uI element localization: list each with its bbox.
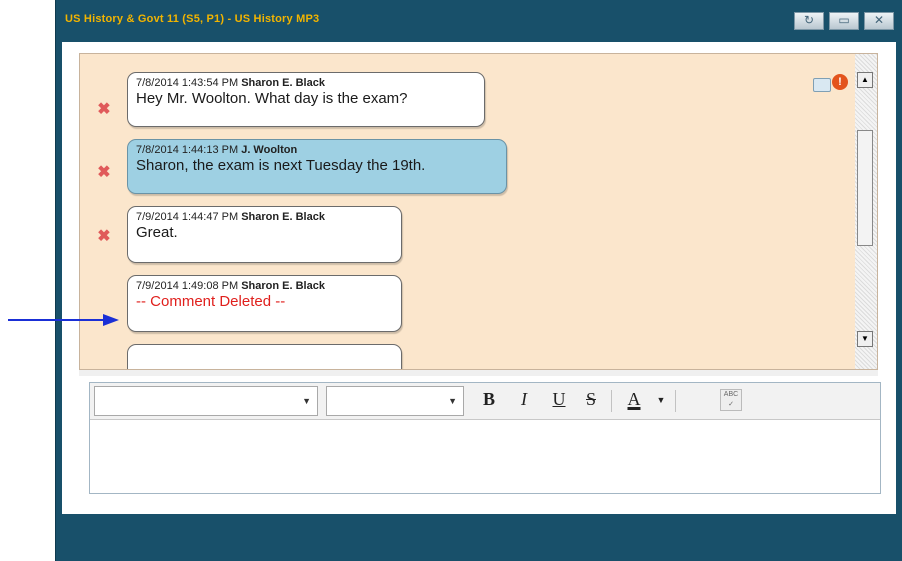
maximize-icon: ▭ xyxy=(838,13,850,27)
message-meta: 7/8/2014 1:44:13 PM J. Woolton xyxy=(136,144,498,156)
chat-message: 7/8/2014 1:43:54 PM Sharon E. Black Hey … xyxy=(127,72,485,127)
pointer-arrow xyxy=(8,314,119,326)
delete-comment-icon[interactable]: ✖ xyxy=(96,165,112,181)
title-bar: US History & Govt 11 (S5, P1) - US Histo… xyxy=(56,0,902,42)
chat-message-partial xyxy=(127,344,402,369)
comment-editor[interactable]: ▼ ▼ B I U S A ▼ ABC ✓ xyxy=(89,382,881,494)
message-author: Sharon E. Black xyxy=(241,280,325,292)
italic-button[interactable]: I xyxy=(513,389,535,410)
message-datetime: 7/8/2014 1:43:54 PM xyxy=(136,77,239,89)
font-size-select[interactable]: ▼ xyxy=(326,386,464,416)
message-text: Hey Mr. Woolton. What day is the exam? xyxy=(136,90,408,107)
scroll-up-button[interactable]: ▲ xyxy=(857,72,873,88)
message-meta: 7/9/2014 1:49:08 PM Sharon E. Black xyxy=(136,280,393,292)
message-text: Great. xyxy=(136,224,178,241)
message-meta: 7/9/2014 1:44:47 PM Sharon E. Black xyxy=(136,211,393,223)
alert-icon[interactable]: ! xyxy=(832,74,848,90)
chat-message-deleted: 7/9/2014 1:49:08 PM Sharon E. Black -- C… xyxy=(127,275,402,332)
chat-message: 7/8/2014 1:44:13 PM J. Woolton Sharon, t… xyxy=(127,139,507,194)
message-datetime: 7/8/2014 1:44:13 PM xyxy=(136,144,239,156)
refresh-icon: ↻ xyxy=(803,13,815,27)
chevron-down-icon[interactable]: ▼ xyxy=(650,395,672,405)
close-icon: ✕ xyxy=(873,13,885,27)
scroll-down-button[interactable]: ▼ xyxy=(857,331,873,347)
window-title: US History & Govt 11 (S5, P1) - US Histo… xyxy=(65,13,320,25)
message-datetime: 7/9/2014 1:49:08 PM xyxy=(136,280,239,292)
spellcheck-label: ABC xyxy=(723,391,739,398)
strikethrough-button[interactable]: S xyxy=(580,389,602,410)
font-family-select[interactable]: ▼ xyxy=(94,386,318,416)
toolbar-separator xyxy=(675,390,676,412)
message-author: Sharon E. Black xyxy=(241,77,325,89)
message-datetime: 7/9/2014 1:44:47 PM xyxy=(136,211,239,223)
chat-history: ✖ 7/8/2014 1:43:54 PM Sharon E. Black He… xyxy=(79,53,878,370)
refresh-button[interactable]: ↻ xyxy=(794,12,824,30)
discussion-window: US History & Govt 11 (S5, P1) - US Histo… xyxy=(55,0,902,561)
message-author: Sharon E. Black xyxy=(241,211,325,223)
deleted-comment-text: -- Comment Deleted -- xyxy=(136,293,286,310)
chat-message: 7/9/2014 1:44:47 PM Sharon E. Black Grea… xyxy=(127,206,402,263)
spellcheck-icon[interactable]: ABC ✓ xyxy=(720,389,742,411)
folder-icon[interactable] xyxy=(813,78,831,92)
pane-splitter[interactable] xyxy=(79,370,878,376)
font-color-button[interactable]: A xyxy=(623,389,645,410)
scroll-thumb[interactable] xyxy=(857,130,873,246)
chevron-down-icon: ▼ xyxy=(448,396,457,406)
message-author: J. Woolton xyxy=(241,144,298,156)
delete-comment-icon[interactable]: ✖ xyxy=(96,102,112,118)
underline-button[interactable]: U xyxy=(548,389,570,410)
message-meta: 7/8/2014 1:43:54 PM Sharon E. Black xyxy=(136,77,476,89)
close-button[interactable]: ✕ xyxy=(864,12,894,30)
message-text: Sharon, the exam is next Tuesday the 19t… xyxy=(136,157,426,174)
toolbar-separator xyxy=(611,390,612,412)
delete-comment-icon[interactable]: ✖ xyxy=(96,229,112,245)
window-content: ✖ 7/8/2014 1:43:54 PM Sharon E. Black He… xyxy=(62,42,896,514)
chevron-down-icon: ▼ xyxy=(302,396,311,406)
editor-toolbar: ▼ ▼ B I U S A ▼ ABC ✓ xyxy=(90,383,880,420)
maximize-button[interactable]: ▭ xyxy=(829,12,859,30)
bold-button[interactable]: B xyxy=(478,389,500,410)
chat-scrollbar[interactable]: ▲ ▼ xyxy=(855,54,877,369)
